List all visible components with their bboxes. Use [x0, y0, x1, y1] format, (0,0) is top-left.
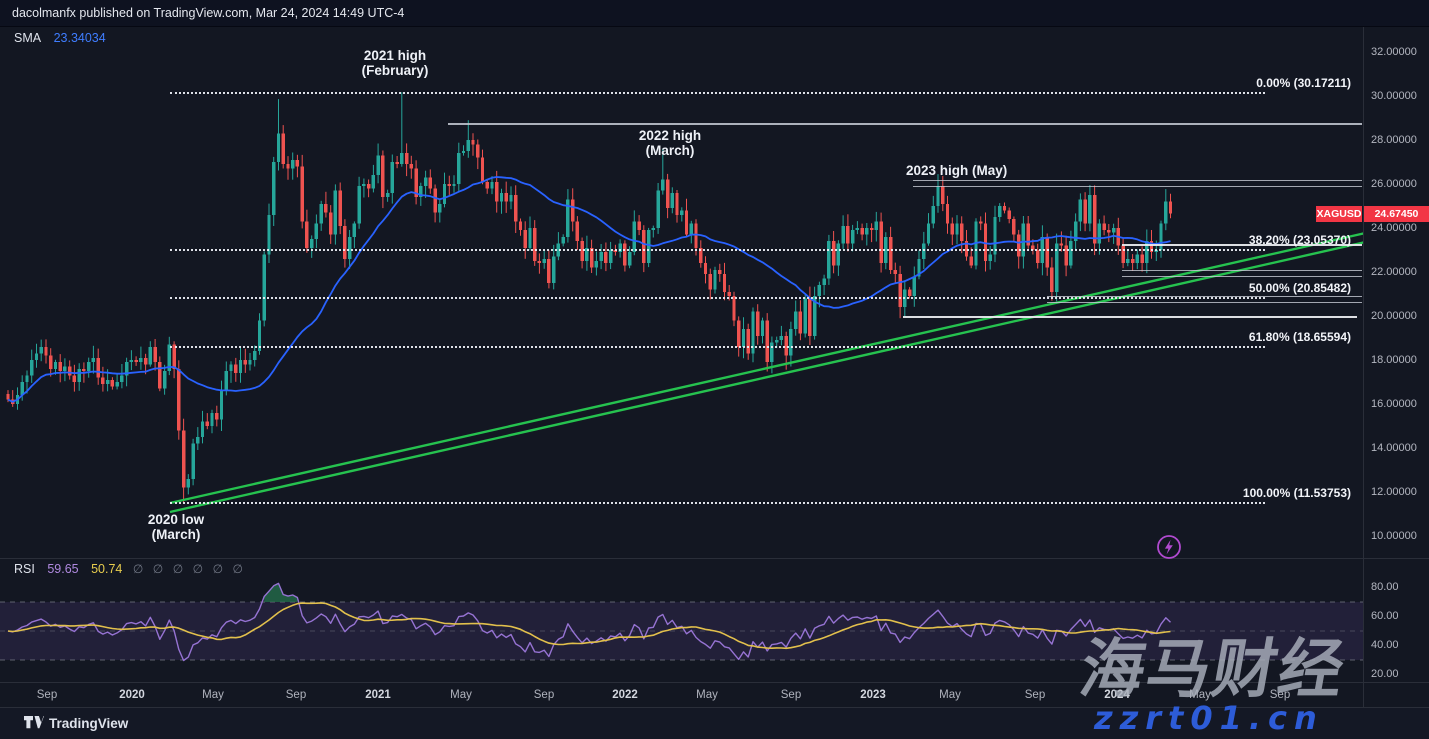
rsi-legend-value: 59.65 [47, 562, 78, 576]
price-tick: 26.00000 [1371, 178, 1417, 190]
price-level-line[interactable] [448, 123, 1362, 125]
time-tick: Sep [761, 689, 821, 701]
price-level-line[interactable] [913, 180, 1362, 187]
watermark-site-name: 海马财经 [1074, 618, 1354, 710]
sma-legend-value: 23.34034 [54, 31, 106, 45]
annotation-2023-high: 2023 high (May) [906, 164, 1007, 179]
last-price-badge: 24.67450 [1364, 206, 1429, 222]
price-tick: 24.00000 [1371, 222, 1417, 234]
rsi-tick: 20.00 [1371, 668, 1399, 680]
price-tick: 16.00000 [1371, 398, 1417, 410]
flash-icon[interactable] [1156, 534, 1182, 560]
publish-info-bar: dacolmanfx published on TradingView.com,… [0, 0, 1429, 27]
price-tick: 10.00000 [1371, 530, 1417, 542]
rsi-tick: 60.00 [1371, 610, 1399, 622]
fib-line[interactable] [170, 346, 1265, 348]
time-tick: 2021 [348, 689, 408, 701]
rsi-tick: 80.00 [1371, 581, 1399, 593]
sma-legend-title: SMA [14, 31, 41, 45]
price-tick: 12.00000 [1371, 486, 1417, 498]
tradingview-logo[interactable] [24, 716, 44, 731]
rsi-empty-slot: ∅ [153, 562, 163, 576]
time-tick: May [920, 689, 980, 701]
fib-line[interactable] [170, 249, 1265, 251]
tradingview-published-chart: dacolmanfx published on TradingView.com,… [0, 0, 1429, 739]
time-tick: 2022 [595, 689, 655, 701]
tradingview-brand-text[interactable]: TradingView [49, 716, 128, 731]
price-level-line[interactable] [1122, 270, 1362, 277]
time-tick: Sep [1005, 689, 1065, 701]
fib-label: 0.00% (30.17211) [1256, 76, 1351, 90]
rsi-empty-slot: ∅ [213, 562, 223, 576]
pane-divider-main-rsi[interactable] [0, 558, 1429, 559]
time-tick: Sep [266, 689, 326, 701]
publish-info-text: dacolmanfx published on TradingView.com,… [12, 6, 404, 20]
watermark-site-url: zzrt01.cn [1094, 699, 1324, 737]
sma-legend[interactable]: SMA 23.34034 [14, 31, 106, 45]
axis-divider [1363, 27, 1364, 707]
price-tick: 28.00000 [1371, 134, 1417, 146]
time-tick: May [183, 689, 243, 701]
rsi-legend-title: RSI [14, 562, 35, 576]
annotation-2021-high: 2021 high (February) [329, 49, 461, 78]
time-tick: May [431, 689, 491, 701]
rsi-empty-slot: ∅ [133, 562, 143, 576]
fib-label: 50.00% (20.85482) [1249, 281, 1351, 295]
rsi-legend[interactable]: RSI 59.65 50.74 ∅ ∅ ∅ ∅ ∅ ∅ [14, 562, 249, 576]
price-tick: 18.00000 [1371, 354, 1417, 366]
fib-label: 38.20% (23.05370) [1249, 233, 1351, 247]
time-tick: 2023 [843, 689, 903, 701]
rsi-tick: 40.00 [1371, 639, 1399, 651]
rsi-empty-slot: ∅ [173, 562, 183, 576]
annotation-2022-high: 2022 high (March) [604, 129, 736, 158]
price-tick: 20.00000 [1371, 310, 1417, 322]
time-tick: Sep [514, 689, 574, 701]
fib-label: 100.00% (11.53753) [1243, 486, 1351, 500]
price-tick: 22.00000 [1371, 266, 1417, 278]
chart-plot-area[interactable] [0, 27, 1363, 682]
price-level-line[interactable] [1047, 296, 1362, 303]
annotation-2020-low: 2020 low (March) [110, 513, 242, 542]
fib-line[interactable] [170, 502, 1265, 504]
price-tick: 14.00000 [1371, 442, 1417, 454]
price-level-line[interactable] [903, 316, 1357, 318]
fib-label: 61.80% (18.65594) [1249, 330, 1351, 344]
time-tick: Sep [17, 689, 77, 701]
rsi-empty-slot: ∅ [193, 562, 203, 576]
rsi-empty-slot: ∅ [233, 562, 243, 576]
price-tick: 32.00000 [1371, 46, 1417, 58]
fib-line[interactable] [170, 92, 1265, 94]
symbol-badge: XAGUSD [1316, 206, 1362, 222]
price-tick: 30.00000 [1371, 90, 1417, 102]
time-tick: 2020 [102, 689, 162, 701]
time-tick: May [677, 689, 737, 701]
rsi-ma-legend-value: 50.74 [91, 562, 122, 576]
